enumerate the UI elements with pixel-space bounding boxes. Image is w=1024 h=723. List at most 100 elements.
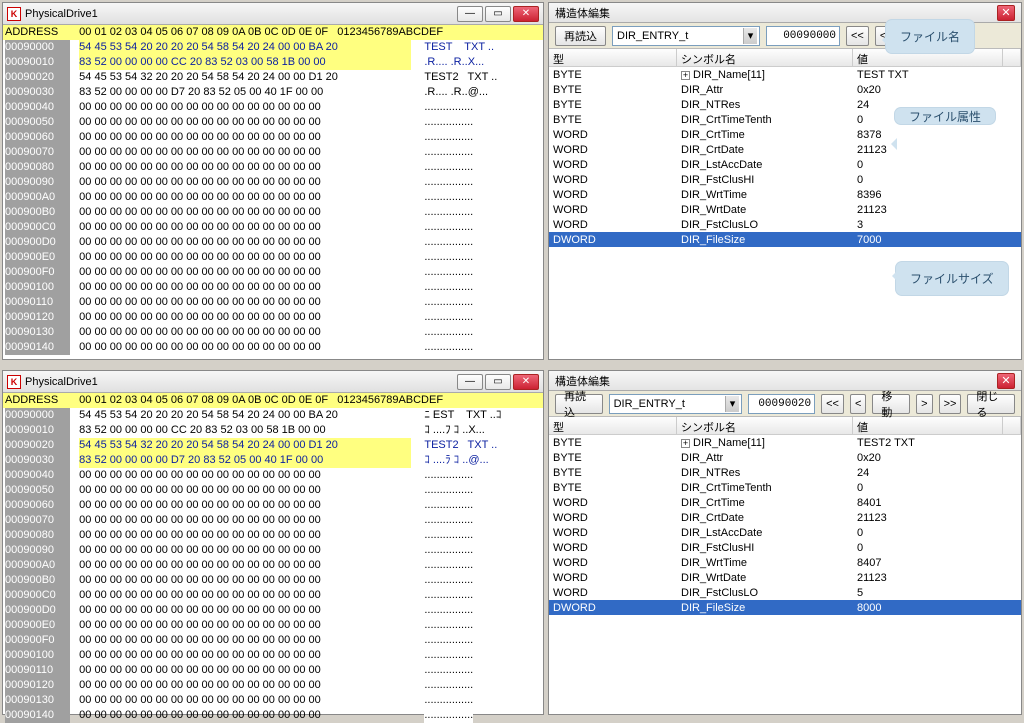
struct-row[interactable]: DWORDDIR_FileSize7000 (549, 232, 1021, 247)
hex-row[interactable]: 000900A0 00 00 00 00 00 00 00 00 00 00 0… (3, 558, 543, 573)
hex-row[interactable]: 00090030 83 52 00 00 00 00 D7 20 83 52 0… (3, 85, 543, 100)
struct-row[interactable]: BYTEDIR_Attr0x20 (549, 450, 1021, 465)
hex-ascii[interactable]: ｺ ....ﾗ ｺ ..@... (424, 453, 488, 468)
hex-row[interactable]: 00090020 54 45 53 54 32 20 20 20 54 58 5… (3, 438, 543, 453)
hex-row[interactable]: 00090060 00 00 00 00 00 00 00 00 00 00 0… (3, 498, 543, 513)
hex-bytes[interactable]: 00 00 00 00 00 00 00 00 00 00 00 00 00 0… (79, 340, 411, 355)
hex-bytes[interactable]: 00 00 00 00 00 00 00 00 00 00 00 00 00 0… (79, 100, 411, 115)
struct2-titlebar[interactable]: 構造体編集 ✕ (549, 371, 1021, 391)
cell-value[interactable]: 0 (853, 482, 1021, 494)
cell-value[interactable]: 21123 (853, 204, 1021, 216)
hex2-titlebar[interactable]: K PhysicalDrive1 — ▭ ✕ (3, 371, 543, 393)
col-symbol[interactable]: シンボル名 (677, 417, 853, 434)
hex-bytes[interactable]: 00 00 00 00 00 00 00 00 00 00 00 00 00 0… (79, 708, 411, 723)
hex-bytes[interactable]: 00 00 00 00 00 00 00 00 00 00 00 00 00 0… (79, 220, 411, 235)
hex-bytes[interactable]: 00 00 00 00 00 00 00 00 00 00 00 00 00 0… (79, 130, 411, 145)
hex-ascii[interactable]: ｺ ....ﾌ ｺ ..X... (424, 423, 485, 438)
hex-ascii[interactable]: ................ (424, 280, 473, 295)
struct-row[interactable]: WORDDIR_CrtDate21123 (549, 510, 1021, 525)
hex-ascii[interactable]: ................ (424, 483, 473, 498)
hex-row[interactable]: 00090140 00 00 00 00 00 00 00 00 00 00 0… (3, 340, 543, 355)
hex-bytes[interactable]: 00 00 00 00 00 00 00 00 00 00 00 00 00 0… (79, 573, 411, 588)
cell-value[interactable]: 8000 (853, 602, 1021, 614)
hex-ascii[interactable]: ................ (424, 618, 473, 633)
cell-value[interactable]: 21123 (853, 144, 1021, 156)
hex-bytes[interactable]: 00 00 00 00 00 00 00 00 00 00 00 00 00 0… (79, 603, 411, 618)
hex-bytes[interactable]: 83 52 00 00 00 00 CC 20 83 52 03 00 58 1… (79, 423, 411, 438)
cell-value[interactable]: TEST2 TXT (853, 437, 1021, 449)
hex-ascii[interactable]: ................ (424, 693, 473, 708)
hex-ascii[interactable]: ................ (424, 265, 473, 280)
hex-row[interactable]: 00090020 54 45 53 54 32 20 20 20 54 58 5… (3, 70, 543, 85)
hex-row[interactable]: 000900D0 00 00 00 00 00 00 00 00 00 00 0… (3, 603, 543, 618)
hex-row[interactable]: 00090070 00 00 00 00 00 00 00 00 00 00 0… (3, 513, 543, 528)
maximize-button[interactable]: ▭ (485, 6, 511, 22)
hex-bytes[interactable]: 00 00 00 00 00 00 00 00 00 00 00 00 00 0… (79, 205, 411, 220)
hex-ascii[interactable]: TEST2 TXT .. (424, 438, 497, 453)
close-button[interactable]: ✕ (513, 6, 539, 22)
struct-row[interactable]: BYTEDIR_Attr0x20 (549, 82, 1021, 97)
hex-row[interactable]: 00090080 00 00 00 00 00 00 00 00 00 00 0… (3, 528, 543, 543)
struct-row[interactable]: WORDDIR_WrtDate21123 (549, 570, 1021, 585)
hex-row[interactable]: 00090010 83 52 00 00 00 00 CC 20 83 52 0… (3, 55, 543, 70)
cell-value[interactable]: 0 (853, 159, 1021, 171)
hex-row[interactable]: 00090040 00 00 00 00 00 00 00 00 00 00 0… (3, 468, 543, 483)
hex-row[interactable]: 00090110 00 00 00 00 00 00 00 00 00 00 0… (3, 295, 543, 310)
hex-ascii[interactable]: ................ (424, 235, 473, 250)
hex-row[interactable]: 000900A0 00 00 00 00 00 00 00 00 00 00 0… (3, 190, 543, 205)
hex-bytes[interactable]: 00 00 00 00 00 00 00 00 00 00 00 00 00 0… (79, 558, 411, 573)
hex-ascii[interactable]: ................ (424, 513, 473, 528)
cell-value[interactable]: TEST TXT (853, 69, 1021, 81)
hex-row[interactable]: 00090000 54 45 53 54 20 20 20 20 54 58 5… (3, 408, 543, 423)
cell-value[interactable]: 7000 (853, 234, 1021, 246)
hex-bytes[interactable]: 00 00 00 00 00 00 00 00 00 00 00 00 00 0… (79, 543, 411, 558)
hex2-body[interactable]: ADDRESS 00 01 02 03 04 05 06 07 08 09 0A… (3, 393, 543, 723)
struct-row[interactable]: BYTEDIR_NTRes24 (549, 465, 1021, 480)
hex-bytes[interactable]: 54 45 53 54 20 20 20 20 54 58 54 20 24 0… (79, 40, 411, 55)
struct-row[interactable]: WORDDIR_LstAccDate0 (549, 525, 1021, 540)
hex-row[interactable]: 00090070 00 00 00 00 00 00 00 00 00 00 0… (3, 145, 543, 160)
hex-ascii[interactable]: ................ (424, 115, 473, 130)
hex-row[interactable]: 00090050 00 00 00 00 00 00 00 00 00 00 0… (3, 115, 543, 130)
hex-ascii[interactable]: ................ (424, 145, 473, 160)
col-type[interactable]: 型 (549, 417, 677, 434)
hex-ascii[interactable]: ................ (424, 325, 473, 340)
hex-row[interactable]: 00090100 00 00 00 00 00 00 00 00 00 00 0… (3, 280, 543, 295)
hex-row[interactable]: 00090060 00 00 00 00 00 00 00 00 00 00 0… (3, 130, 543, 145)
minimize-button[interactable]: — (457, 374, 483, 390)
hex-ascii[interactable]: ................ (424, 588, 473, 603)
struct-row[interactable]: WORDDIR_CrtTime8401 (549, 495, 1021, 510)
hex-bytes[interactable]: 00 00 00 00 00 00 00 00 00 00 00 00 00 0… (79, 160, 411, 175)
struct-row[interactable]: WORDDIR_FstClusLO3 (549, 217, 1021, 232)
hex-row[interactable]: 00090120 00 00 00 00 00 00 00 00 00 00 0… (3, 310, 543, 325)
col-value[interactable]: 値 (853, 417, 1003, 434)
hex-bytes[interactable]: 00 00 00 00 00 00 00 00 00 00 00 00 00 0… (79, 618, 411, 633)
hex1-titlebar[interactable]: K PhysicalDrive1 — ▭ ✕ (3, 3, 543, 25)
hex-row[interactable]: 00090010 83 52 00 00 00 00 CC 20 83 52 0… (3, 423, 543, 438)
address-field[interactable]: 00090000 (766, 26, 840, 46)
hex-row[interactable]: 000900D0 00 00 00 00 00 00 00 00 00 00 0… (3, 235, 543, 250)
hex-ascii[interactable]: ................ (424, 528, 473, 543)
hex-bytes[interactable]: 00 00 00 00 00 00 00 00 00 00 00 00 00 0… (79, 235, 411, 250)
hex-bytes[interactable]: 54 45 53 54 32 20 20 20 54 58 54 20 24 0… (79, 438, 411, 453)
struct-row[interactable]: BYTEDIR_CrtTimeTenth0 (549, 480, 1021, 495)
hex-ascii[interactable]: ................ (424, 250, 473, 265)
cell-value[interactable]: 0x20 (853, 84, 1021, 96)
struct-row[interactable]: BYTE+DIR_Name[11]TEST TXT (549, 67, 1021, 82)
hex-row[interactable]: 00090120 00 00 00 00 00 00 00 00 00 00 0… (3, 678, 543, 693)
close-button[interactable]: ✕ (997, 5, 1015, 21)
close-button[interactable]: ✕ (997, 373, 1015, 389)
col-symbol[interactable]: シンボル名 (677, 49, 853, 66)
hex-ascii[interactable]: ................ (424, 603, 473, 618)
hex-row[interactable]: 00090090 00 00 00 00 00 00 00 00 00 00 0… (3, 175, 543, 190)
hex-ascii[interactable]: ................ (424, 220, 473, 235)
struct-type-combo[interactable]: DIR_ENTRY_t ▾ (609, 394, 742, 414)
hex-row[interactable]: 00090090 00 00 00 00 00 00 00 00 00 00 0… (3, 543, 543, 558)
hex-bytes[interactable]: 00 00 00 00 00 00 00 00 00 00 00 00 00 0… (79, 250, 411, 265)
struct-row[interactable]: WORDDIR_LstAccDate0 (549, 157, 1021, 172)
hex-ascii[interactable]: ﾆ EST TXT ..ｺ (424, 408, 501, 423)
hex-bytes[interactable]: 00 00 00 00 00 00 00 00 00 00 00 00 00 0… (79, 468, 411, 483)
hex-bytes[interactable]: 83 52 00 00 00 00 CC 20 83 52 03 00 58 1… (79, 55, 411, 70)
hex-bytes[interactable]: 00 00 00 00 00 00 00 00 00 00 00 00 00 0… (79, 528, 411, 543)
hex-bytes[interactable]: 00 00 00 00 00 00 00 00 00 00 00 00 00 0… (79, 663, 411, 678)
